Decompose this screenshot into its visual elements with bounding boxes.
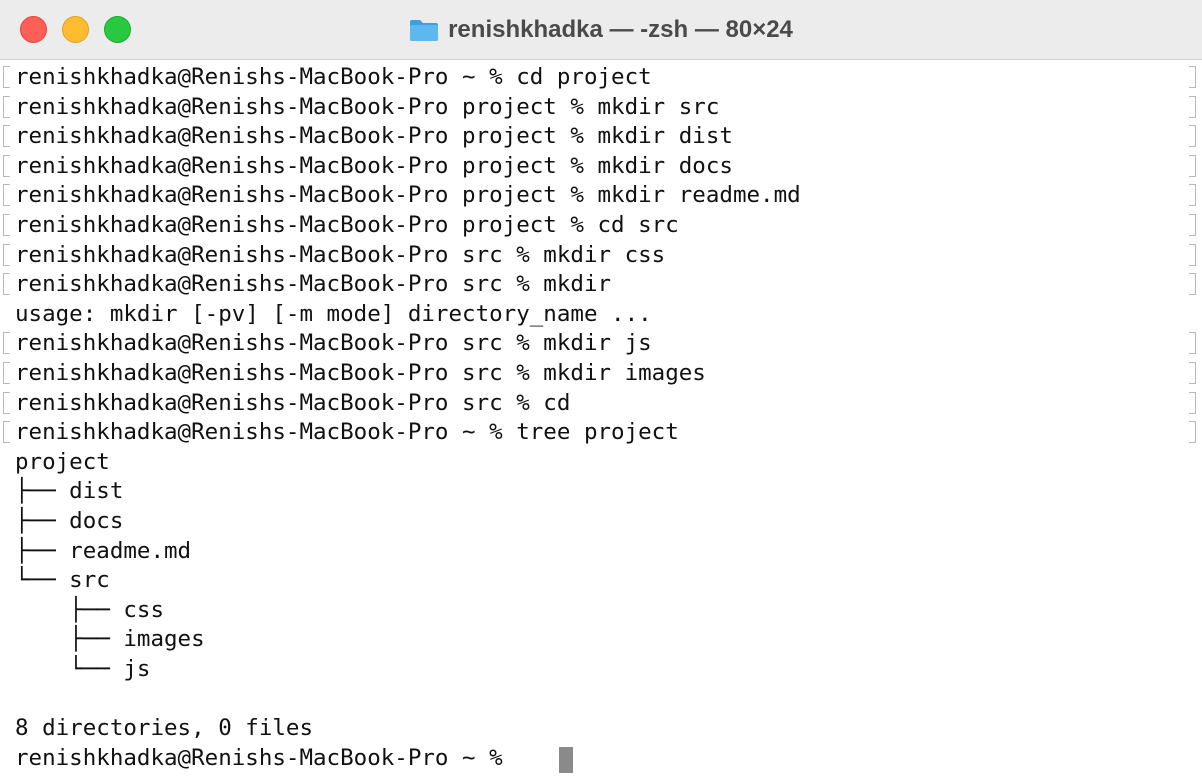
command-mark-right bbox=[1189, 332, 1196, 355]
text-cursor bbox=[559, 746, 573, 773]
terminal-window: renishkhadka — -zsh — 80×24 renishkhadka… bbox=[0, 0, 1202, 778]
command-mark-right bbox=[1189, 391, 1196, 414]
command-mark-right bbox=[1189, 125, 1196, 148]
terminal-line-text: renishkhadka@Renishs-MacBook-Pro ~ % cd … bbox=[15, 64, 652, 90]
terminal-line-text: ├── images bbox=[15, 626, 205, 653]
terminal-line: ├── images bbox=[0, 625, 1202, 655]
terminal-line: renishkhadka@Renishs-MacBook-Pro project… bbox=[0, 93, 1202, 123]
terminal-line-text: renishkhadka@Renishs-MacBook-Pro project… bbox=[15, 212, 679, 238]
terminal-line-text: renishkhadka@Renishs-MacBook-Pro ~ % tre… bbox=[15, 419, 679, 446]
window-title-group: renishkhadka — -zsh — 80×24 bbox=[0, 0, 1202, 60]
terminal-line: renishkhadka@Renishs-MacBook-Pro ~ % cd … bbox=[0, 63, 1202, 93]
terminal-line-text: renishkhadka@Renishs-MacBook-Pro src % m… bbox=[15, 271, 612, 298]
command-mark-right bbox=[1189, 154, 1196, 177]
command-mark-left bbox=[3, 154, 10, 177]
terminal-line-text: renishkhadka@Renishs-MacBook-Pro project… bbox=[15, 123, 733, 150]
terminal-line: project bbox=[0, 448, 1202, 478]
terminal-line-text: renishkhadka@Renishs-MacBook-Pro src % c… bbox=[15, 389, 571, 416]
terminal-line: renishkhadka@Renishs-MacBook-Pro project… bbox=[0, 122, 1202, 152]
terminal-line-text: ├── dist bbox=[15, 478, 124, 505]
command-mark-left bbox=[3, 214, 10, 236]
terminal-line: renishkhadka@Renishs-MacBook-Pro src % m… bbox=[0, 270, 1202, 300]
terminal-line-text: renishkhadka@Renishs-MacBook-Pro project… bbox=[15, 182, 801, 209]
terminal-line-text: renishkhadka@Renishs-MacBook-Pro src % m… bbox=[15, 241, 666, 268]
command-mark-left bbox=[3, 95, 10, 118]
terminal-line-text: renishkhadka@Renishs-MacBook-Pro project… bbox=[15, 152, 733, 179]
command-mark-left bbox=[3, 421, 10, 444]
command-mark-left bbox=[3, 273, 10, 296]
title-bar[interactable]: renishkhadka — -zsh — 80×24 bbox=[0, 0, 1202, 60]
command-mark-left bbox=[3, 243, 10, 266]
terminal-line-text: project bbox=[15, 448, 110, 475]
command-mark-right bbox=[1189, 184, 1196, 207]
terminal-line-text: ├── docs bbox=[15, 508, 124, 534]
command-mark-left bbox=[3, 362, 10, 384]
terminal-line: renishkhadka@Renishs-MacBook-Pro src % c… bbox=[0, 389, 1202, 419]
terminal-line: renishkhadka@Renishs-MacBook-Pro src % m… bbox=[0, 359, 1202, 389]
folder-icon bbox=[409, 18, 439, 42]
terminal-line: renishkhadka@Renishs-MacBook-Pro project… bbox=[0, 181, 1202, 211]
terminal-line: ├── docs bbox=[0, 507, 1202, 537]
command-mark-right bbox=[1189, 95, 1196, 118]
terminal-line-text: renishkhadka@Renishs-MacBook-Pro src % m… bbox=[15, 360, 706, 386]
terminal-line: └── src bbox=[0, 566, 1202, 596]
command-mark-left bbox=[3, 391, 10, 414]
terminal-line: renishkhadka@Renishs-MacBook-Pro ~ % tre… bbox=[0, 418, 1202, 448]
command-mark-left bbox=[3, 66, 10, 88]
terminal-line-text: renishkhadka@Renishs-MacBook-Pro project… bbox=[15, 93, 720, 120]
terminal-line: ├── dist bbox=[0, 477, 1202, 507]
terminal-line-text: renishkhadka@Renishs-MacBook-Pro ~ % bbox=[15, 744, 517, 771]
terminal-content[interactable]: renishkhadka@Renishs-MacBook-Pro ~ % cd … bbox=[0, 63, 1202, 778]
terminal-line: ├── readme.md bbox=[0, 537, 1202, 567]
command-mark-right bbox=[1189, 214, 1196, 236]
command-mark-left bbox=[3, 125, 10, 148]
terminal-line: renishkhadka@Renishs-MacBook-Pro ~ % bbox=[0, 744, 1202, 774]
terminal-line: renishkhadka@Renishs-MacBook-Pro project… bbox=[0, 211, 1202, 241]
window-title: renishkhadka — -zsh — 80×24 bbox=[448, 16, 793, 43]
terminal-line-text: 8 directories, 0 files bbox=[15, 715, 314, 742]
command-mark-right bbox=[1189, 243, 1196, 266]
terminal-line-text: ├── css bbox=[15, 596, 165, 623]
terminal-line: ├── css bbox=[0, 596, 1202, 626]
command-mark-right bbox=[1189, 66, 1196, 88]
command-mark-right bbox=[1189, 362, 1196, 384]
terminal-line-text: usage: mkdir [-pv] [-m mode] directory_n… bbox=[15, 300, 652, 327]
command-mark-right bbox=[1189, 421, 1196, 444]
terminal-line: renishkhadka@Renishs-MacBook-Pro src % m… bbox=[0, 241, 1202, 271]
terminal-line: usage: mkdir [-pv] [-m mode] directory_n… bbox=[0, 300, 1202, 330]
command-mark-right bbox=[1189, 273, 1196, 296]
terminal-line-text: ├── readme.md bbox=[15, 537, 192, 564]
command-mark-left bbox=[3, 184, 10, 207]
command-mark-left bbox=[3, 332, 10, 355]
terminal-line-text: renishkhadka@Renishs-MacBook-Pro src % m… bbox=[15, 330, 652, 357]
terminal-line-text: └── src bbox=[15, 567, 110, 594]
terminal-line: renishkhadka@Renishs-MacBook-Pro src % m… bbox=[0, 329, 1202, 359]
terminal-line-text: └── js bbox=[15, 656, 151, 682]
terminal-line: renishkhadka@Renishs-MacBook-Pro project… bbox=[0, 152, 1202, 182]
terminal-line: └── js bbox=[0, 655, 1202, 685]
terminal-line: 8 directories, 0 files bbox=[0, 714, 1202, 744]
